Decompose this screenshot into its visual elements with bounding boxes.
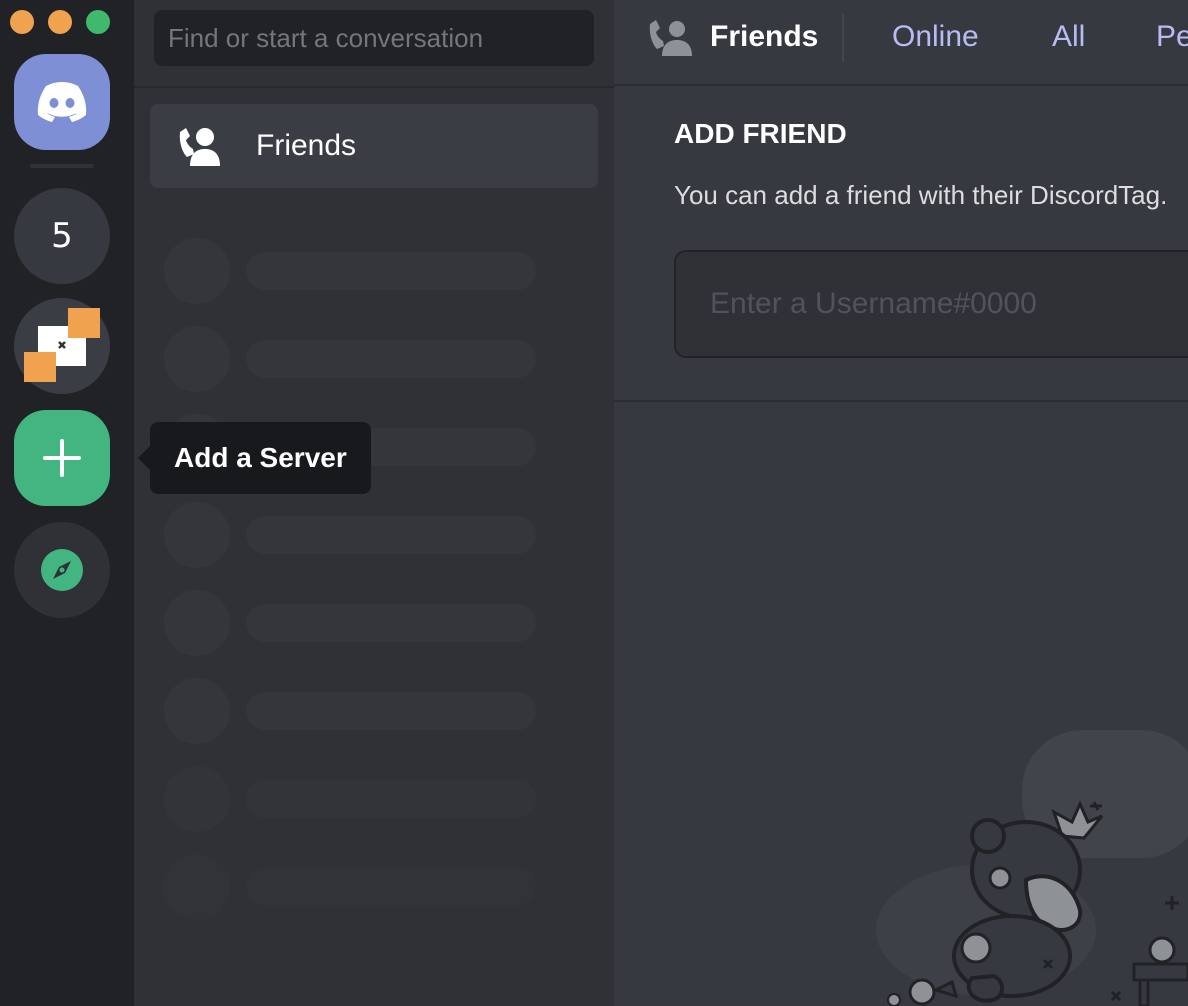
list-placeholder bbox=[164, 854, 544, 920]
discord-logo-icon bbox=[37, 82, 87, 122]
friends-icon bbox=[649, 20, 692, 56]
server-avatar-icon bbox=[24, 308, 100, 382]
server-icon[interactable] bbox=[14, 298, 110, 394]
tab-online[interactable]: Online bbox=[892, 20, 979, 54]
username-input[interactable] bbox=[674, 250, 1188, 358]
server-rail: 5 bbox=[0, 0, 134, 1006]
dm-sidebar: Find or start a conversation Friends bbox=[134, 0, 614, 1006]
header-bar: Friends Online All Pe bbox=[614, 0, 1188, 86]
friends-icon bbox=[179, 128, 220, 166]
wumpus-illustration bbox=[876, 730, 1188, 1006]
window-minimize-button[interactable] bbox=[48, 10, 72, 34]
section-divider bbox=[614, 400, 1188, 402]
plus-icon bbox=[43, 439, 81, 477]
search-input[interactable]: Find or start a conversation bbox=[154, 10, 594, 66]
sidebar-divider bbox=[134, 86, 614, 88]
rail-separator bbox=[30, 164, 94, 168]
add-friend-title: ADD FRIEND bbox=[674, 118, 847, 149]
sidebar-item-label: Friends bbox=[256, 129, 357, 162]
list-placeholder bbox=[164, 678, 544, 744]
list-placeholder bbox=[164, 238, 544, 304]
add-server-button[interactable] bbox=[14, 410, 110, 506]
add-server-tooltip: Add a Server bbox=[138, 422, 371, 494]
explore-servers-button[interactable] bbox=[14, 522, 110, 618]
add-friend-description: You can add a friend with their DiscordT… bbox=[674, 180, 1168, 210]
server-unread-count[interactable]: 5 bbox=[14, 188, 110, 284]
list-placeholder bbox=[164, 326, 544, 392]
main-content: Friends Online All Pe ADD FRIEND You can… bbox=[614, 0, 1188, 1006]
list-placeholder bbox=[164, 590, 544, 656]
tab-pending[interactable]: Pe bbox=[1156, 20, 1188, 54]
header-divider bbox=[842, 14, 844, 62]
list-placeholder bbox=[164, 766, 544, 832]
window-zoom-button[interactable] bbox=[86, 10, 110, 34]
compass-icon bbox=[41, 549, 83, 591]
sidebar-item-friends[interactable]: Friends bbox=[150, 104, 598, 188]
window-close-button[interactable] bbox=[10, 10, 34, 34]
page-title: Friends bbox=[710, 20, 819, 53]
list-placeholder bbox=[164, 502, 544, 568]
tab-all[interactable]: All bbox=[1052, 20, 1085, 54]
home-button[interactable] bbox=[14, 54, 110, 150]
